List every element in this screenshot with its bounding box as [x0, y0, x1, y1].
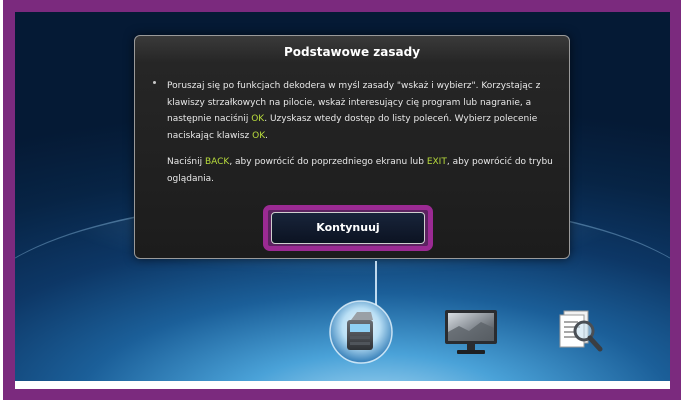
back-key-label: BACK: [204, 157, 230, 167]
ok-key-label: OK: [252, 130, 266, 141]
text-segment: , aby powrócić do poprzedniego ekranu lu…: [229, 157, 427, 167]
recorder-icon[interactable]: [327, 298, 395, 368]
instructions-paragraph: Poruszaj się po funkcjach dekodera w myś…: [167, 78, 557, 144]
tv-icon[interactable]: [439, 306, 503, 358]
dialog-title: Podstawowe zasady: [283, 45, 421, 59]
text-segment: .: [265, 130, 268, 141]
search-document-icon[interactable]: [554, 305, 606, 359]
text-segment: Naciśnij: [167, 157, 205, 167]
tv-screen: Podstawowe zasady Poruszaj się po funkcj…: [15, 12, 670, 389]
dialog-body: Poruszaj się po funkcjach dekodera w myś…: [167, 78, 557, 187]
exit-key-label: EXIT: [426, 157, 447, 167]
navigation-paragraph: Naciśnij BACK, aby powrócić do poprzedni…: [167, 154, 557, 187]
ok-key-label: OK: [251, 114, 265, 124]
bullet-icon: [153, 81, 156, 84]
continue-button[interactable]: Kontynuuj: [271, 212, 425, 244]
